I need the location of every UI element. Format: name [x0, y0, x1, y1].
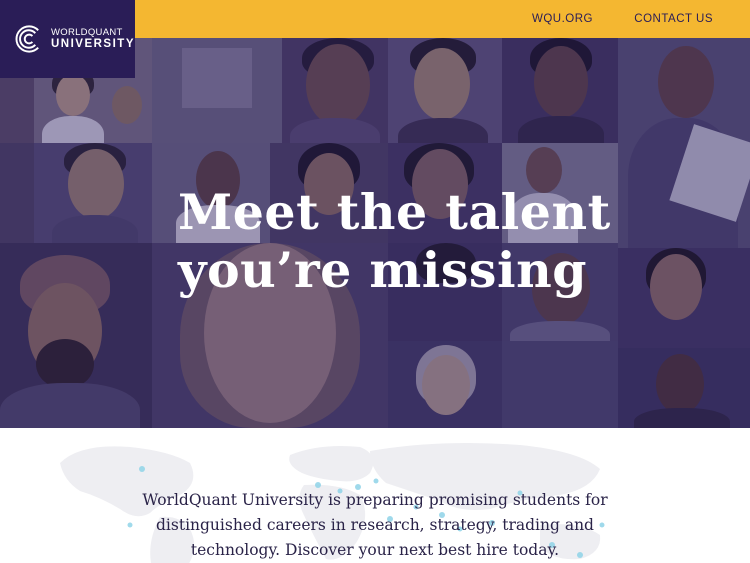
nav-link-contact-us[interactable]: CONTACT US [634, 13, 713, 25]
nav-link-wqu-org[interactable]: WQU.ORG [532, 13, 593, 25]
hero-title-line2: you’re missing [178, 241, 588, 299]
hero-banner: Meet the talent you’re missing [0, 38, 750, 428]
intro-text: WorldQuant University is preparing promi… [142, 491, 608, 559]
wqu-logo-icon [15, 25, 39, 53]
hero-title: Meet the talent you’re missing [178, 183, 611, 299]
wqu-logo[interactable]: WORLDQUANT UNIVERSITY [0, 0, 135, 78]
intro-section: WorldQuant University is preparing promi… [0, 428, 750, 563]
logo-line2: UNIVERSITY [50, 37, 135, 50]
logo-line1: WORLDQUANT [50, 27, 123, 38]
hero-title-line1: Meet the talent [178, 183, 611, 241]
